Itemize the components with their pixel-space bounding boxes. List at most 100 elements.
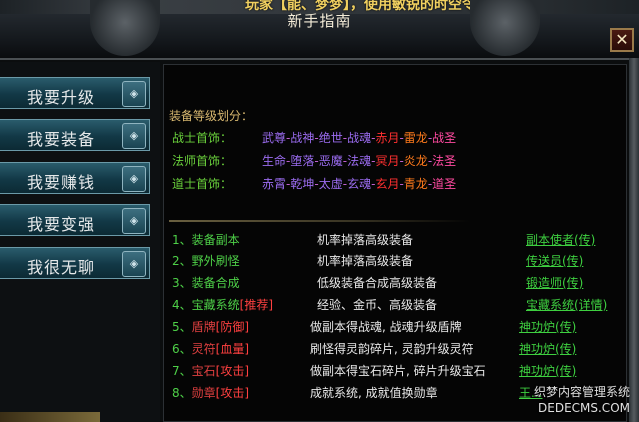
item-name: 盾牌 (191, 320, 216, 334)
item-tag: [防御] (215, 320, 250, 334)
tier-name: 战魂 (347, 131, 372, 145)
tier-name: 玄月 (375, 177, 400, 191)
item-number: 4、 (172, 298, 192, 312)
guide-item: 8、勋章[攻击] (172, 384, 249, 402)
item-description: 做副本得宝石碎片, 碎片升级宝石 (310, 364, 486, 378)
tier-name: 法圣 (432, 154, 457, 168)
tier-row-label: 道士首饰： (172, 177, 233, 191)
tier-list: 赤霄-乾坤-太虚-玄魂-玄月-青龙-道圣 (262, 177, 457, 191)
tier-row-taoist: 道士首饰： 赤霄-乾坤-太虚-玄魂-玄月-青龙-道圣 (172, 175, 456, 192)
tier-row-label: 法师首饰： (172, 154, 233, 168)
npc-link[interactable]: 神功炉(传) (519, 362, 576, 379)
guide-item: 1、装备副本 (172, 231, 240, 249)
item-description: 经验、金币、高级装备 (317, 298, 438, 312)
item-number: 5、 (172, 320, 192, 334)
sidebar-item-level-up[interactable]: 我要升级 ◈ (0, 77, 150, 109)
tier-name: 武尊 (262, 131, 287, 145)
item-description: 机率掉落高级装备 (317, 254, 414, 268)
tier-name: 战圣 (432, 131, 457, 145)
window-title: 新手指南 (287, 12, 352, 30)
item-number: 3、 (172, 276, 192, 290)
tier-name: 雷龙 (403, 131, 428, 145)
tier-name: 赤月 (375, 131, 400, 145)
item-name: 宝藏系统 (191, 298, 240, 312)
item-tag: [攻击] (215, 386, 250, 400)
item-description: 低级装备合成高级装备 (317, 276, 438, 290)
item-name: 勋章 (191, 386, 216, 400)
tier-row-mage: 法师首饰： 生命-堕落-恶魔-法魂-冥月-炎龙-法圣 (172, 152, 456, 169)
site-watermark-line1: 织梦内容管理系统 (533, 385, 630, 399)
item-number: 1、 (172, 233, 192, 247)
guide-item: 7、宝石[攻击] (172, 362, 249, 380)
sidebar-item-label: 我很无聊 (26, 258, 95, 277)
item-tag: [推荐] (239, 298, 274, 312)
item-number: 2、 (172, 254, 192, 268)
npc-link[interactable]: 神功炉(传) (519, 318, 576, 335)
guide-item: 3、装备合成 (172, 274, 240, 292)
item-tag: [攻击] (215, 364, 250, 378)
item-description: 成就系统, 成就值换勋章 (310, 386, 438, 400)
item-description: 做副本得战魂, 战魂升级盾牌 (310, 320, 462, 334)
frame-pillar-right (629, 58, 639, 422)
guide-item: 2、野外刷怪 (172, 252, 240, 270)
sidebar-item-get-stronger[interactable]: 我要变强 ◈ (0, 204, 150, 236)
sidebar: 我要升级 ◈ 我要装备 ◈ 我要赚钱 ◈ 我要变强 ◈ 我很无聊 ◈ (0, 62, 160, 422)
npc-link[interactable]: 传送员(传) (526, 252, 583, 269)
tier-name: 法魂 (347, 154, 372, 168)
sidebar-item-label: 我要赚钱 (26, 173, 95, 192)
guide-item: 6、灵符[血量] (172, 340, 249, 358)
item-description: 刷怪得灵韵碎片, 灵韵升级灵符 (310, 342, 474, 356)
item-number: 6、 (172, 342, 192, 356)
tier-list: 生命-堕落-恶魔-法魂-冥月-炎龙-法圣 (262, 154, 457, 168)
treasure-detail-link[interactable]: 宝藏系统(详情) (526, 296, 607, 313)
tier-row-label: 战士首饰： (172, 131, 233, 145)
bottom-frame-fragment (0, 412, 100, 422)
ornament-icon: ◈ (122, 81, 146, 107)
npc-link[interactable]: 锻造师(传) (526, 274, 583, 291)
tier-name: 恶魔 (318, 154, 343, 168)
guide-item: 5、盾牌[防御] (172, 318, 249, 336)
tier-name: 乾坤 (290, 177, 315, 191)
tier-name: 青龙 (403, 177, 428, 191)
tier-name: 绝世 (318, 131, 343, 145)
item-number: 7、 (172, 364, 192, 378)
tier-name: 堕落 (290, 154, 315, 168)
item-name: 野外刷怪 (191, 254, 240, 268)
ornament-icon: ◈ (122, 208, 146, 234)
ornament-icon: ◈ (122, 123, 146, 149)
item-description: 机率掉落高级装备 (317, 233, 414, 247)
tier-name: 战神 (290, 131, 315, 145)
npc-link[interactable]: 神功炉(传) (519, 340, 576, 357)
ornament-icon: ◈ (122, 166, 146, 192)
window-title-bar: 玩家【能、梦梦】，使用敏锐的时空令 新手指南 ✕ (0, 0, 639, 60)
sidebar-item-equipment[interactable]: 我要装备 ◈ (0, 119, 150, 151)
ornament-icon: ◈ (122, 251, 146, 277)
sidebar-item-label: 我要变强 (26, 215, 95, 234)
item-name: 装备合成 (191, 276, 240, 290)
tier-name: 玄魂 (347, 177, 372, 191)
close-button[interactable]: ✕ (610, 28, 634, 52)
item-name: 宝石 (191, 364, 216, 378)
guide-item: 4、宝藏系统[推荐] (172, 296, 273, 314)
sidebar-item-label: 我要升级 (26, 88, 95, 107)
tier-list: 武尊-战神-绝世-战魂-赤月-雷龙-战圣 (262, 131, 457, 145)
tier-name: 生命 (262, 154, 287, 168)
tier-name: 赤霄 (262, 177, 287, 191)
section-divider (169, 220, 469, 222)
item-name: 装备副本 (191, 233, 240, 247)
item-tag: [血量] (215, 342, 250, 356)
site-watermark: 织梦内容管理系统 DEDECMS.COM (520, 384, 630, 418)
tier-name: 炎龙 (403, 154, 428, 168)
npc-link[interactable]: 副本使者(传) (526, 231, 595, 248)
guide-content-panel: 装备等级划分： 战士首饰： 武尊-战神-绝世-战魂-赤月-雷龙-战圣 法师首饰： 生… (163, 64, 627, 422)
sidebar-item-label: 我要装备 (26, 130, 95, 149)
item-number: 8、 (172, 386, 192, 400)
tier-name: 道圣 (432, 177, 457, 191)
site-watermark-line2: DEDECMS.COM (538, 401, 630, 415)
sidebar-item-earn-money[interactable]: 我要赚钱 ◈ (0, 162, 150, 194)
tier-row-warrior: 战士首饰： 武尊-战神-绝世-战魂-赤月-雷龙-战圣 (172, 129, 456, 146)
item-name: 灵符 (191, 342, 216, 356)
tier-name: 太虚 (318, 177, 343, 191)
tier-name: 冥月 (375, 154, 400, 168)
sidebar-item-bored[interactable]: 我很无聊 ◈ (0, 247, 150, 279)
